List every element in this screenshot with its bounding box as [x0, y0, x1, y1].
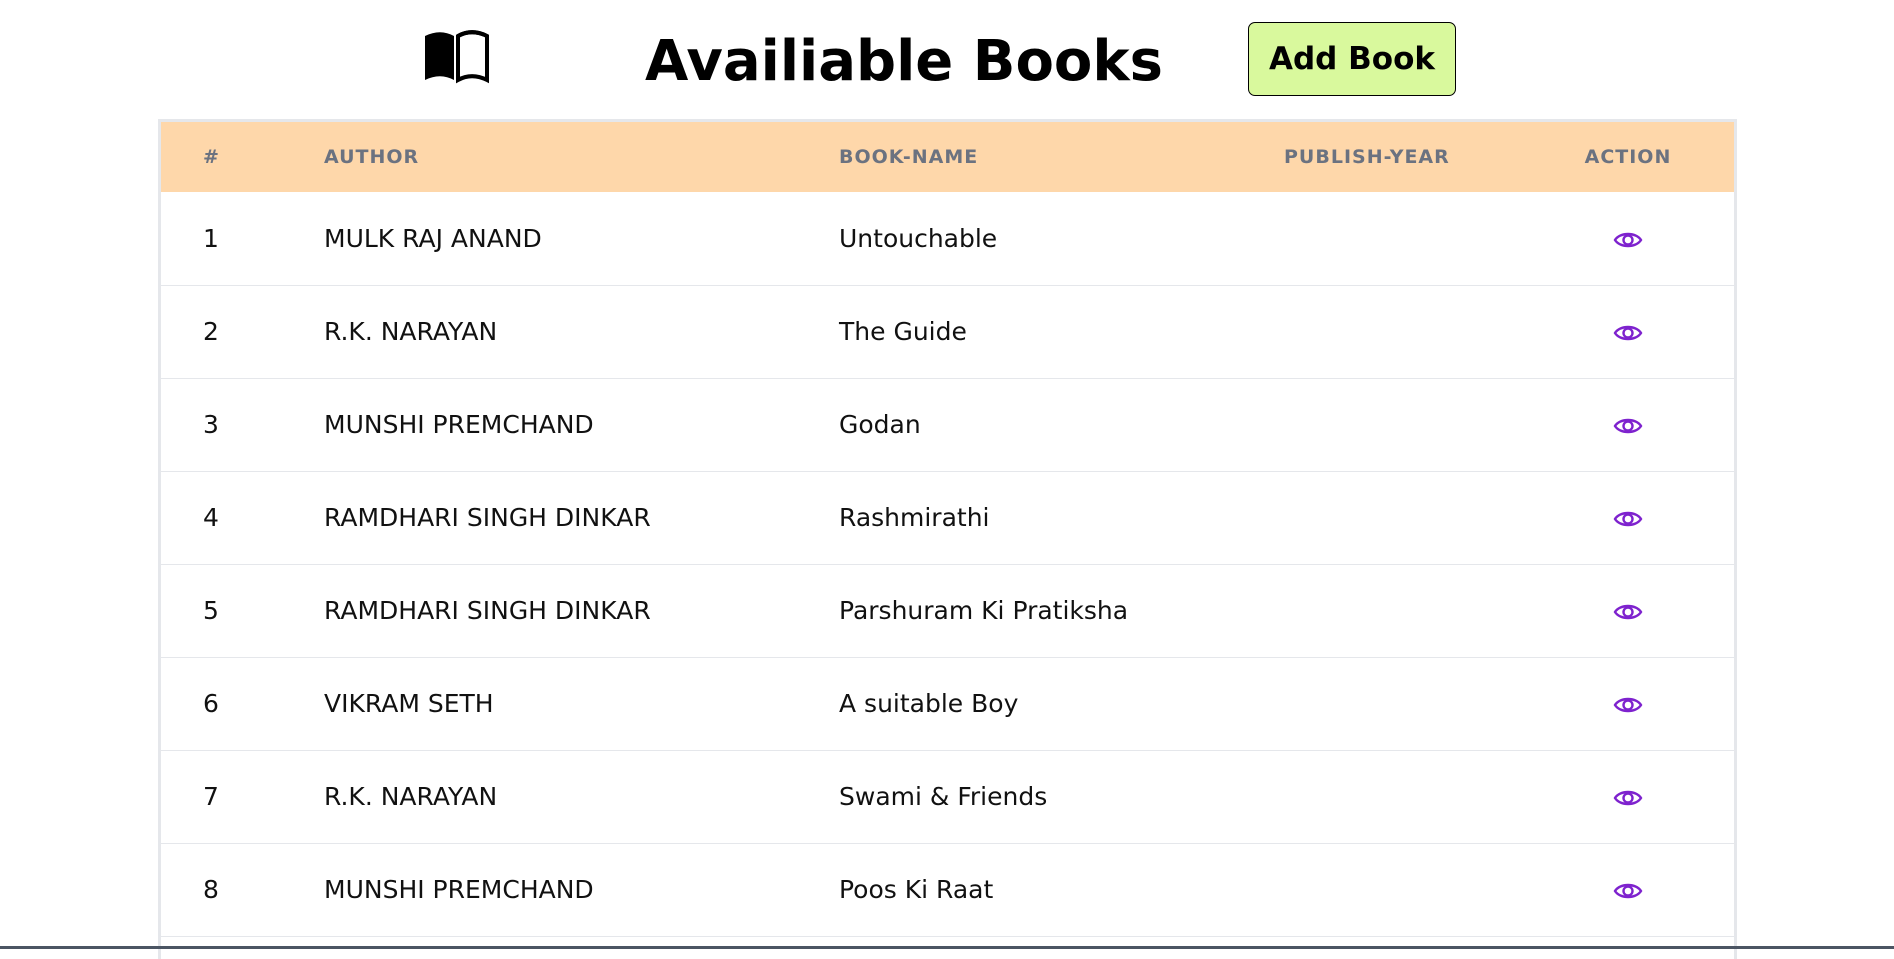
view-eye-icon[interactable] [1613, 321, 1643, 345]
row-action [1522, 192, 1734, 285]
view-eye-icon[interactable] [1613, 228, 1643, 252]
row-author: MUNSHI PREMCHAND [324, 875, 594, 904]
row-action [1522, 285, 1734, 378]
books-table-container: # AUTHOR BOOK-NAME PUBLISH-YEAR ACTION 1… [158, 119, 1737, 959]
row-author: R.K. NARAYAN [324, 782, 498, 811]
page-header: Availiable Books Add Book [0, 0, 1894, 119]
row-author: RAMDHARI SINGH DINKAR [324, 503, 651, 532]
view-eye-icon[interactable] [1613, 507, 1643, 531]
books-table: # AUTHOR BOOK-NAME PUBLISH-YEAR ACTION 1… [161, 122, 1734, 937]
row-publish-year [1284, 564, 1522, 657]
row-publish-year [1284, 750, 1522, 843]
column-header-number: # [203, 146, 220, 168]
row-book-name: The Guide [839, 317, 967, 346]
view-eye-icon[interactable] [1613, 879, 1643, 903]
table-row: 4 RAMDHARI SINGH DINKAR Rashmirathi [161, 471, 1734, 564]
row-author: VIKRAM SETH [324, 689, 494, 718]
table-row: 8 MUNSHI PREMCHAND Poos Ki Raat [161, 843, 1734, 936]
row-book-name: Parshuram Ki Pratiksha [839, 596, 1129, 625]
row-publish-year [1284, 285, 1522, 378]
column-header-action: ACTION [1584, 146, 1672, 168]
row-action [1522, 471, 1734, 564]
row-publish-year [1284, 192, 1522, 285]
row-book-name: Swami & Friends [839, 782, 1048, 811]
view-eye-icon[interactable] [1613, 786, 1643, 810]
row-action [1522, 378, 1734, 471]
row-action [1522, 843, 1734, 936]
row-publish-year [1284, 657, 1522, 750]
row-publish-year [1284, 471, 1522, 564]
open-book-icon [425, 30, 489, 84]
view-eye-icon[interactable] [1613, 693, 1643, 717]
row-book-name: Rashmirathi [839, 503, 990, 532]
table-row: 7 R.K. NARAYAN Swami & Friends [161, 750, 1734, 843]
add-book-button[interactable]: Add Book [1248, 22, 1456, 96]
row-author: R.K. NARAYAN [324, 317, 498, 346]
table-row: 1 MULK RAJ ANAND Untouchable [161, 192, 1734, 285]
column-header-publish-year: PUBLISH-YEAR [1284, 146, 1450, 168]
row-number: 2 [203, 317, 219, 346]
table-row: 5 RAMDHARI SINGH DINKAR Parshuram Ki Pra… [161, 564, 1734, 657]
row-publish-year [1284, 378, 1522, 471]
page-title: Availiable Books [645, 29, 1163, 94]
table-header-row: # AUTHOR BOOK-NAME PUBLISH-YEAR ACTION [161, 122, 1734, 192]
row-number: 4 [203, 503, 219, 532]
row-book-name: A suitable Boy [839, 689, 1019, 718]
table-row: 3 MUNSHI PREMCHAND Godan [161, 378, 1734, 471]
row-number: 7 [203, 782, 219, 811]
row-book-name: Godan [839, 410, 921, 439]
row-publish-year [1284, 843, 1522, 936]
column-header-book-name: BOOK-NAME [839, 146, 979, 168]
row-author: MULK RAJ ANAND [324, 223, 542, 253]
row-number: 1 [203, 223, 219, 253]
row-action [1522, 657, 1734, 750]
row-number: 3 [203, 410, 219, 439]
row-number: 5 [203, 596, 219, 625]
row-author: RAMDHARI SINGH DINKAR [324, 596, 651, 625]
row-number: 6 [203, 689, 219, 718]
column-header-author: AUTHOR [324, 146, 420, 168]
view-eye-icon[interactable] [1613, 414, 1643, 438]
row-author: MUNSHI PREMCHAND [324, 410, 594, 439]
view-eye-icon[interactable] [1613, 600, 1643, 624]
row-book-name: Untouchable [839, 223, 998, 253]
table-row: 6 VIKRAM SETH A suitable Boy [161, 657, 1734, 750]
table-row: 2 R.K. NARAYAN The Guide [161, 285, 1734, 378]
row-action [1522, 564, 1734, 657]
row-action [1522, 750, 1734, 843]
row-number: 8 [203, 875, 219, 904]
row-book-name: Poos Ki Raat [839, 875, 994, 904]
